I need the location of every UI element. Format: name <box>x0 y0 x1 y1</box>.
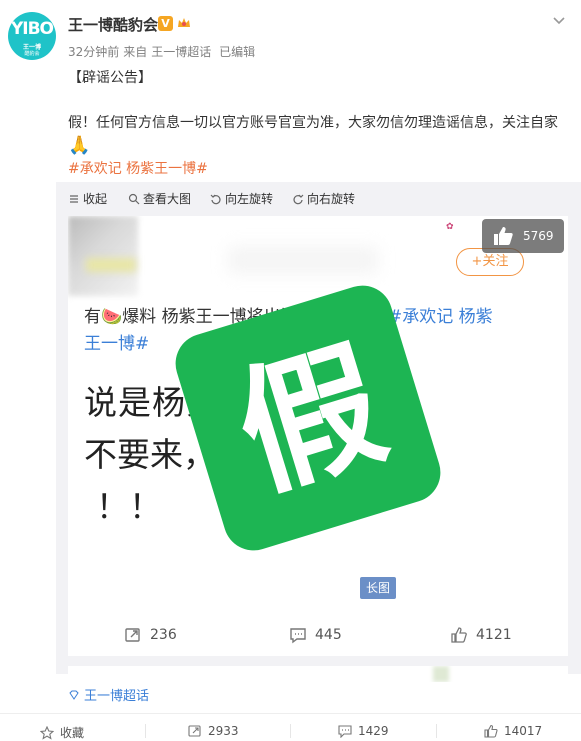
divider <box>290 724 291 738</box>
post-image[interactable]: ✿ +关注 有🍉爆料 杨紫王一博将出演《承欢记》 #承欢记 杨紫 王一博# 说是… <box>68 216 568 656</box>
view-large-button[interactable]: 查看大图 <box>128 190 191 207</box>
topic-link[interactable]: 王一博超话 <box>68 685 150 704</box>
like-button[interactable]: 14017 <box>484 724 542 738</box>
post-body: 假！任何官方信息一切以官方账号官宣为准，大家勿信勿理造谣信息，关注自家 <box>68 115 558 131</box>
avatar-sub-text-2: 酷豹会 <box>24 51 40 57</box>
hashtag-link[interactable]: #承欢记 杨紫王一博# <box>68 158 208 178</box>
source-link[interactable]: 王一博超话 <box>151 45 211 59</box>
pray-emoji-icon: 🙏 <box>68 135 91 156</box>
collapse-label: 收起 <box>83 192 108 206</box>
comment-count: 1429 <box>358 724 389 738</box>
rotate-right-button[interactable]: 向右旋转 <box>292 190 355 207</box>
thumbs-up-icon <box>484 724 498 738</box>
card-like-button: 4121 <box>450 626 512 644</box>
card-like-count: 4121 <box>476 627 512 643</box>
repost-button[interactable]: 2933 <box>188 724 239 738</box>
post-meta: 32分钟前 来自 王一博超话 已编辑 <box>68 43 259 60</box>
card-repost-button: 236 <box>124 626 177 644</box>
next-image-peek <box>68 666 568 682</box>
verified-badge-icon: V <box>158 16 173 31</box>
collapse-icon <box>70 194 78 203</box>
favorite-button[interactable]: 收藏 <box>40 724 84 741</box>
comment-icon <box>338 725 352 738</box>
blurred-text <box>228 246 378 274</box>
favorite-label: 收藏 <box>60 726 85 740</box>
source-prefix: 来自 <box>123 45 148 59</box>
weibo-post: YIBO 王一博 酷豹会 王一博酷豹会 V 32分钟前 来自 王一博超话 已编辑 【… <box>0 0 581 741</box>
post-title: 【辟谣公告】 <box>68 70 152 86</box>
search-icon <box>128 193 140 204</box>
card-comment-count: 445 <box>315 627 342 643</box>
star-icon <box>40 725 54 740</box>
sticker-icon: ✿ <box>446 222 454 232</box>
image-like-badge[interactable]: 5769 <box>482 219 564 253</box>
image-hashtag-2: 王一博# <box>84 334 150 354</box>
rotate-left-icon <box>210 194 221 204</box>
repost-icon <box>188 725 201 737</box>
card-comment-button: 445 <box>289 626 342 644</box>
divider <box>145 724 146 738</box>
comment-icon <box>290 628 306 644</box>
blurred-name <box>86 258 136 272</box>
like-count: 14017 <box>504 724 543 738</box>
chevron-down-icon[interactable] <box>551 12 567 28</box>
author-avatar[interactable]: YIBO 王一博 酷豹会 <box>8 12 56 60</box>
avatar-logo-text: YIBO <box>10 19 54 39</box>
diamond-icon <box>69 690 79 700</box>
thumbs-up-icon <box>451 627 467 643</box>
repost-count: 2933 <box>208 724 239 738</box>
card-repost-count: 236 <box>150 627 177 643</box>
edited-label: 已编辑 <box>219 45 256 59</box>
crown-icon <box>178 18 190 27</box>
rotate-left-button[interactable]: 向左旋转 <box>210 190 273 207</box>
comment-button[interactable]: 1429 <box>338 724 389 738</box>
view-large-label: 查看大图 <box>143 192 192 206</box>
image-hashtag: #承欢记 杨紫 <box>387 307 493 327</box>
image-big-text-3: ！！ <box>96 487 162 526</box>
topic-label: 王一博超话 <box>84 689 150 704</box>
post-time: 32分钟前 <box>68 45 120 59</box>
post-action-bar: 收藏 2933 1429 14017 <box>0 713 581 741</box>
rotate-right-icon <box>293 194 304 204</box>
author-name[interactable]: 王一博酷豹会 <box>68 14 158 35</box>
rotate-left-label: 向左旋转 <box>225 192 274 206</box>
image-like-count: 5769 <box>523 229 554 243</box>
collapse-button[interactable]: 收起 <box>68 190 107 207</box>
divider <box>436 724 437 738</box>
long-image-badge: 长图 <box>360 577 396 599</box>
repost-icon <box>125 628 140 642</box>
image-card-actions: 236 445 4121 <box>68 620 568 654</box>
blurred-avatar <box>68 216 138 296</box>
thumbs-up-icon <box>494 227 513 245</box>
rotate-right-label: 向右旋转 <box>307 192 356 206</box>
